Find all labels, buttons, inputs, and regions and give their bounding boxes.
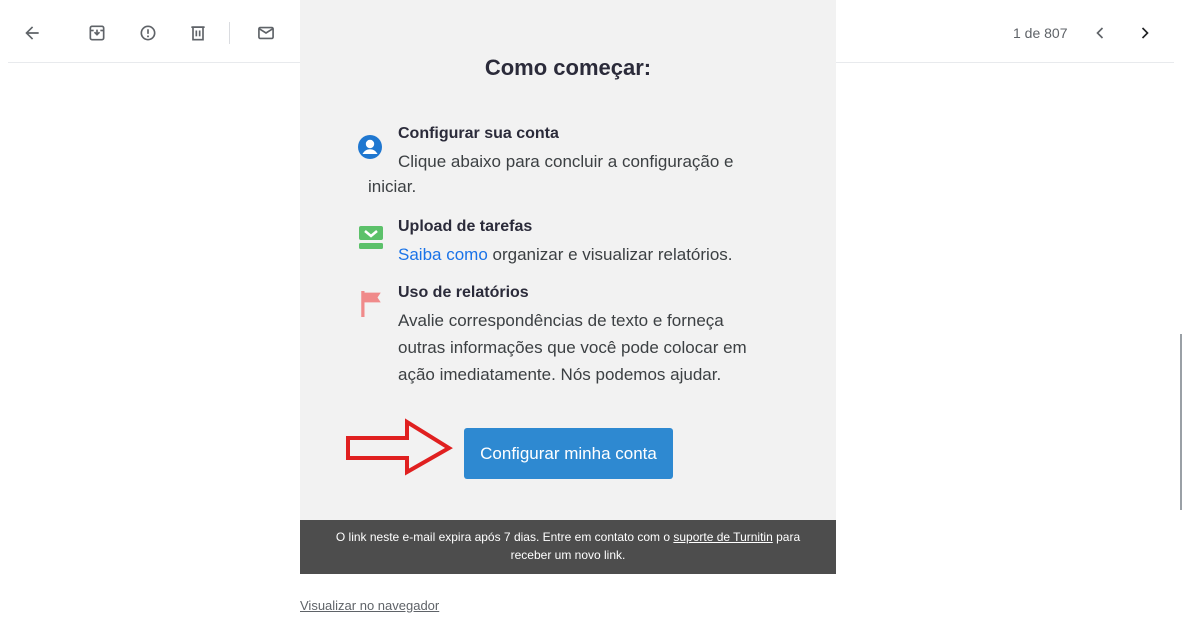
expiry-notice: O link neste e-mail expira após 7 dias. …: [300, 520, 836, 574]
scrollbar[interactable]: [1180, 334, 1182, 510]
support-link[interactable]: suporte de Turnitin: [673, 530, 772, 544]
saiba-como-link[interactable]: Saiba como: [398, 245, 488, 264]
item-text-reports-line3: ação imediatamente. Nós podemos ajudar.: [398, 365, 722, 384]
email-content-card: Como começar: Configurar sua conta Cliqu…: [300, 0, 836, 520]
mark-unread-icon[interactable]: [252, 19, 280, 47]
item-text-account-line2: iniciar.: [368, 177, 417, 196]
red-arrow-annotation: [346, 418, 453, 476]
upload-tray-icon: [359, 226, 383, 249]
item-title-account: Configurar sua conta: [398, 125, 559, 142]
view-in-browser-link[interactable]: Visualizar no navegador: [300, 598, 439, 613]
newer-icon[interactable]: [1086, 19, 1114, 47]
setup-account-button[interactable]: Configurar minha conta: [464, 428, 673, 479]
archive-icon[interactable]: [83, 19, 111, 47]
report-spam-icon[interactable]: [134, 19, 162, 47]
back-icon[interactable]: [18, 19, 46, 47]
item-text-account-line1: Clique abaixo para concluir a configuraç…: [398, 152, 734, 171]
item-title-reports: Uso de relatórios: [398, 284, 529, 301]
flag-icon: [361, 291, 381, 317]
pager-count: 1 de 807: [1013, 25, 1068, 41]
item-title-upload: Upload de tarefas: [398, 218, 533, 235]
expiry-text-pre: O link neste e-mail expira após 7 dias. …: [335, 530, 674, 544]
item-text-upload-rest: organizar e visualizar relatórios.: [487, 245, 733, 264]
item-text-upload: Saiba como organizar e visualizar relató…: [398, 242, 733, 267]
older-icon[interactable]: [1131, 19, 1159, 47]
item-text-reports-line1: Avalie correspondências de texto e forne…: [398, 311, 724, 330]
section-title: Como começar:: [484, 55, 652, 80]
toolbar-divider: [229, 22, 230, 44]
item-text-reports-line2: outras informações que você pode colocar…: [398, 338, 747, 357]
delete-icon[interactable]: [184, 19, 212, 47]
expiry-text-post: para: [772, 530, 801, 544]
account-icon: [358, 135, 382, 159]
expiry-text-line2: receber um novo link.: [510, 548, 626, 562]
